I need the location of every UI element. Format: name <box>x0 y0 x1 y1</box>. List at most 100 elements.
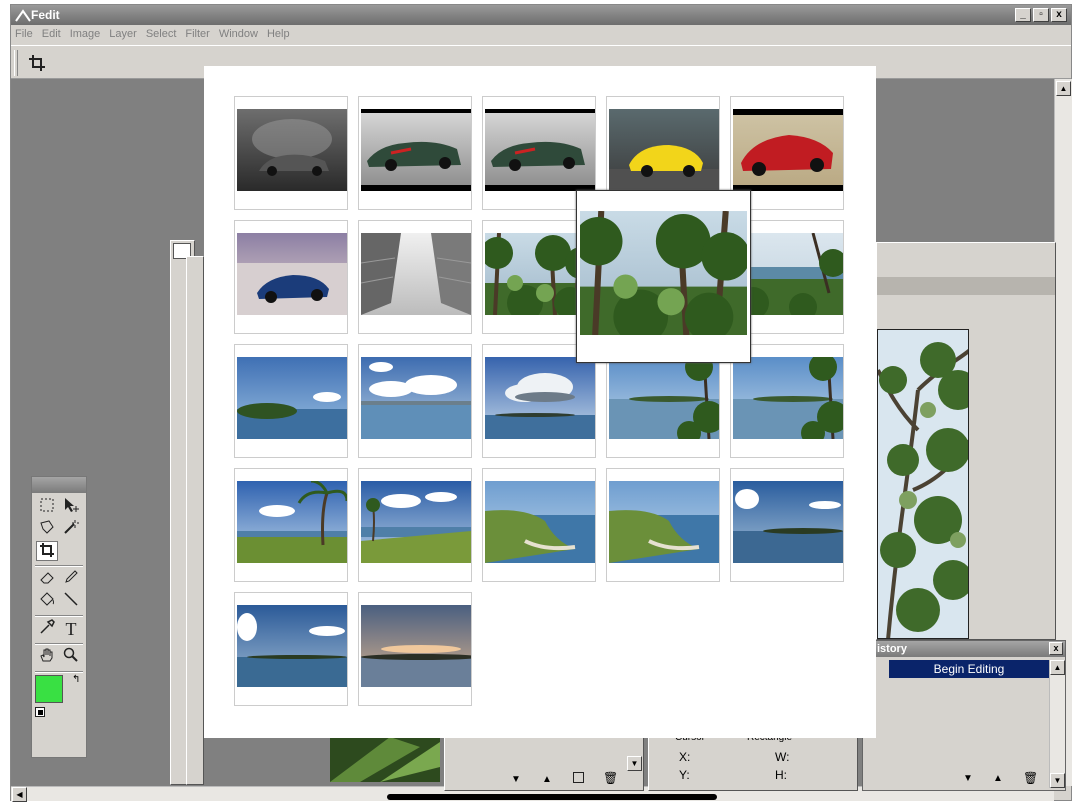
thumbnail-image <box>733 109 843 191</box>
scroll-up-icon[interactable]: ▲ <box>1056 81 1071 96</box>
leaf-image-fragment <box>330 737 440 782</box>
image-thumbnail[interactable] <box>358 592 472 706</box>
document-window-middle[interactable] <box>186 256 204 785</box>
info-panel: Cursor Rectangle X: Y: W: H: <box>648 732 858 791</box>
swap-colors-icon[interactable]: ↰ <box>72 674 80 685</box>
magic-wand-icon[interactable] <box>60 519 82 539</box>
lasso-icon[interactable] <box>36 519 58 539</box>
eyedropper-icon[interactable] <box>36 619 58 639</box>
document-window-titlebar[interactable] <box>877 277 1055 295</box>
toolbox-divider <box>35 565 83 567</box>
thumbnail-image <box>237 357 347 439</box>
h-label: H: <box>775 768 787 782</box>
move-up-icon[interactable]: ▲ <box>542 774 552 785</box>
menu-file[interactable]: File <box>11 25 38 43</box>
title-bar: Fedit _ ▫ x <box>11 5 1071 25</box>
eraser-icon[interactable] <box>36 569 58 589</box>
text-icon[interactable]: T <box>60 619 82 639</box>
history-scroll-up-icon[interactable]: ▲ <box>1050 660 1065 675</box>
thumbnail-image <box>733 481 843 563</box>
image-thumbnail[interactable] <box>358 96 472 210</box>
image-thumbnail[interactable] <box>358 344 472 458</box>
paint-bucket-icon[interactable] <box>36 591 58 611</box>
image-thumbnail[interactable] <box>358 468 472 582</box>
document-image <box>877 329 969 639</box>
app-title: Fedit <box>31 8 60 22</box>
menu-edit[interactable]: Edit <box>38 25 66 43</box>
thumbnail-image <box>361 109 471 191</box>
thumbnail-image <box>733 357 843 439</box>
menu-bar: File Edit Image Layer Select Filter Window Help <box>11 25 1071 45</box>
toolbox-divider <box>35 615 83 617</box>
history-item[interactable]: Begin Editing <box>889 660 1049 678</box>
thumbnail-image <box>237 109 347 191</box>
history-panel-title: istory <box>863 641 1065 657</box>
toolbox-divider <box>35 671 83 673</box>
image-thumbnail[interactable] <box>234 344 348 458</box>
history-delete-icon[interactable]: 🗑 <box>1023 771 1038 785</box>
move-down-icon[interactable]: ▼ <box>511 774 521 785</box>
thumbnail-hover-preview[interactable] <box>576 190 751 363</box>
new-layer-icon[interactable] <box>573 772 584 783</box>
minimize-button[interactable]: _ <box>1015 8 1031 22</box>
x-label: X: <box>679 750 691 764</box>
image-thumbnail[interactable] <box>358 220 472 334</box>
image-thumbnail[interactable] <box>234 592 348 706</box>
document-window-front[interactable] <box>876 242 1056 640</box>
foreground-color-swatch[interactable] <box>35 675 63 703</box>
history-step-back-icon[interactable]: ▼ <box>963 773 973 784</box>
image-thumbnail[interactable] <box>606 468 720 582</box>
image-thumbnail[interactable] <box>234 468 348 582</box>
crop-tool-icon[interactable] <box>36 541 58 561</box>
image-thumbnail[interactable] <box>482 468 596 582</box>
pencil-icon[interactable] <box>60 569 82 589</box>
menu-image[interactable]: Image <box>66 25 106 43</box>
default-colors-icon[interactable] <box>35 707 45 717</box>
menu-help[interactable]: Help <box>263 25 295 43</box>
toolbox-divider <box>35 643 83 645</box>
thumbnail-image <box>237 481 347 563</box>
thumbnail-image <box>485 109 595 191</box>
trash-icon[interactable]: 🗑 <box>603 771 618 785</box>
move-icon[interactable] <box>60 497 82 517</box>
scroll-left-icon[interactable]: ◀ <box>12 787 27 802</box>
hand-icon[interactable] <box>36 647 58 667</box>
crop-icon[interactable] <box>28 54 46 72</box>
w-label: W: <box>775 750 790 764</box>
thumbnail-image <box>485 357 595 439</box>
rect-select-icon[interactable] <box>36 497 58 517</box>
close-button[interactable]: x <box>1051 8 1067 22</box>
thumbnail-image <box>609 481 719 563</box>
app-logo-icon <box>15 9 31 22</box>
thumbnail-image <box>609 357 719 439</box>
thumbnail-image <box>361 357 471 439</box>
thumbnail-image <box>361 481 471 563</box>
preview-image <box>580 211 747 335</box>
panel-scroll-down-icon[interactable]: ▼ <box>627 756 642 771</box>
history-close-icon[interactable]: x <box>1049 642 1063 655</box>
menu-filter[interactable]: Filter <box>181 25 214 43</box>
zoom-icon[interactable] <box>60 647 82 667</box>
image-thumbnail[interactable] <box>234 220 348 334</box>
history-scrollbar[interactable]: ▲ ▼ <box>1049 660 1065 788</box>
history-step-forward-icon[interactable]: ▲ <box>993 773 1003 784</box>
image-thumbnail[interactable] <box>730 468 844 582</box>
y-label: Y: <box>679 768 690 782</box>
toolbox: T ↰ <box>31 476 87 758</box>
menu-select[interactable]: Select <box>142 25 182 43</box>
history-panel: istory x Begin Editing ▲ ▼ ▼ ▲ 🗑 <box>862 640 1066 791</box>
thumbnail-image <box>609 109 719 191</box>
toolbox-titlebar[interactable] <box>32 477 86 493</box>
image-thumbnail[interactable] <box>234 96 348 210</box>
thumbnail-image <box>237 605 347 687</box>
history-scroll-down-icon[interactable]: ▼ <box>1050 773 1065 788</box>
line-icon[interactable] <box>60 591 82 611</box>
thumbnail-image <box>361 605 471 687</box>
menu-window[interactable]: Window <box>215 25 263 43</box>
image-thumbnail-gallery <box>204 66 876 738</box>
toolbar-grip[interactable] <box>14 50 18 76</box>
layers-panel: ▼ ▲ 🗑 ▼ <box>444 737 644 791</box>
menu-layer[interactable]: Layer <box>105 25 142 43</box>
thumbnail-image <box>485 481 595 563</box>
restore-button[interactable]: ▫ <box>1033 8 1049 22</box>
